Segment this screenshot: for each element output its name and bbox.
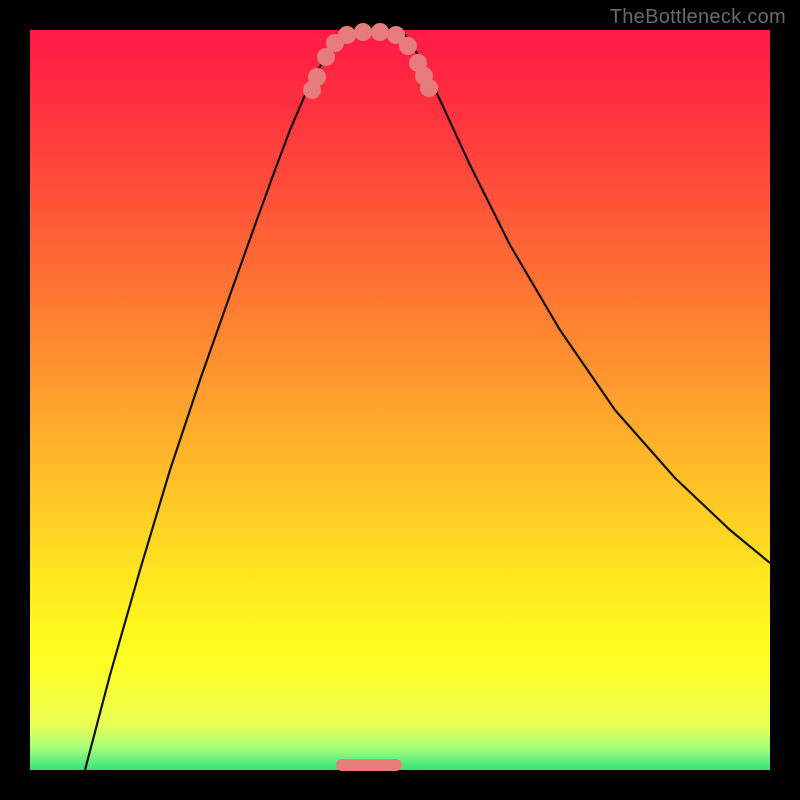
valley-marker: [399, 37, 417, 55]
valley-marker: [354, 23, 372, 41]
valley-bar: [336, 759, 402, 771]
bottleneck-curve-svg: [30, 30, 770, 770]
valley-marker: [371, 23, 389, 41]
outer-frame: TheBottleneck.com: [0, 0, 800, 800]
valley-marker: [420, 79, 438, 97]
bottleneck-curve: [85, 31, 770, 770]
valley-marker: [308, 68, 326, 86]
plot-area: [30, 30, 770, 770]
valley-marker: [338, 26, 356, 44]
watermark-text: TheBottleneck.com: [610, 6, 786, 29]
valley-markers: [303, 23, 438, 99]
